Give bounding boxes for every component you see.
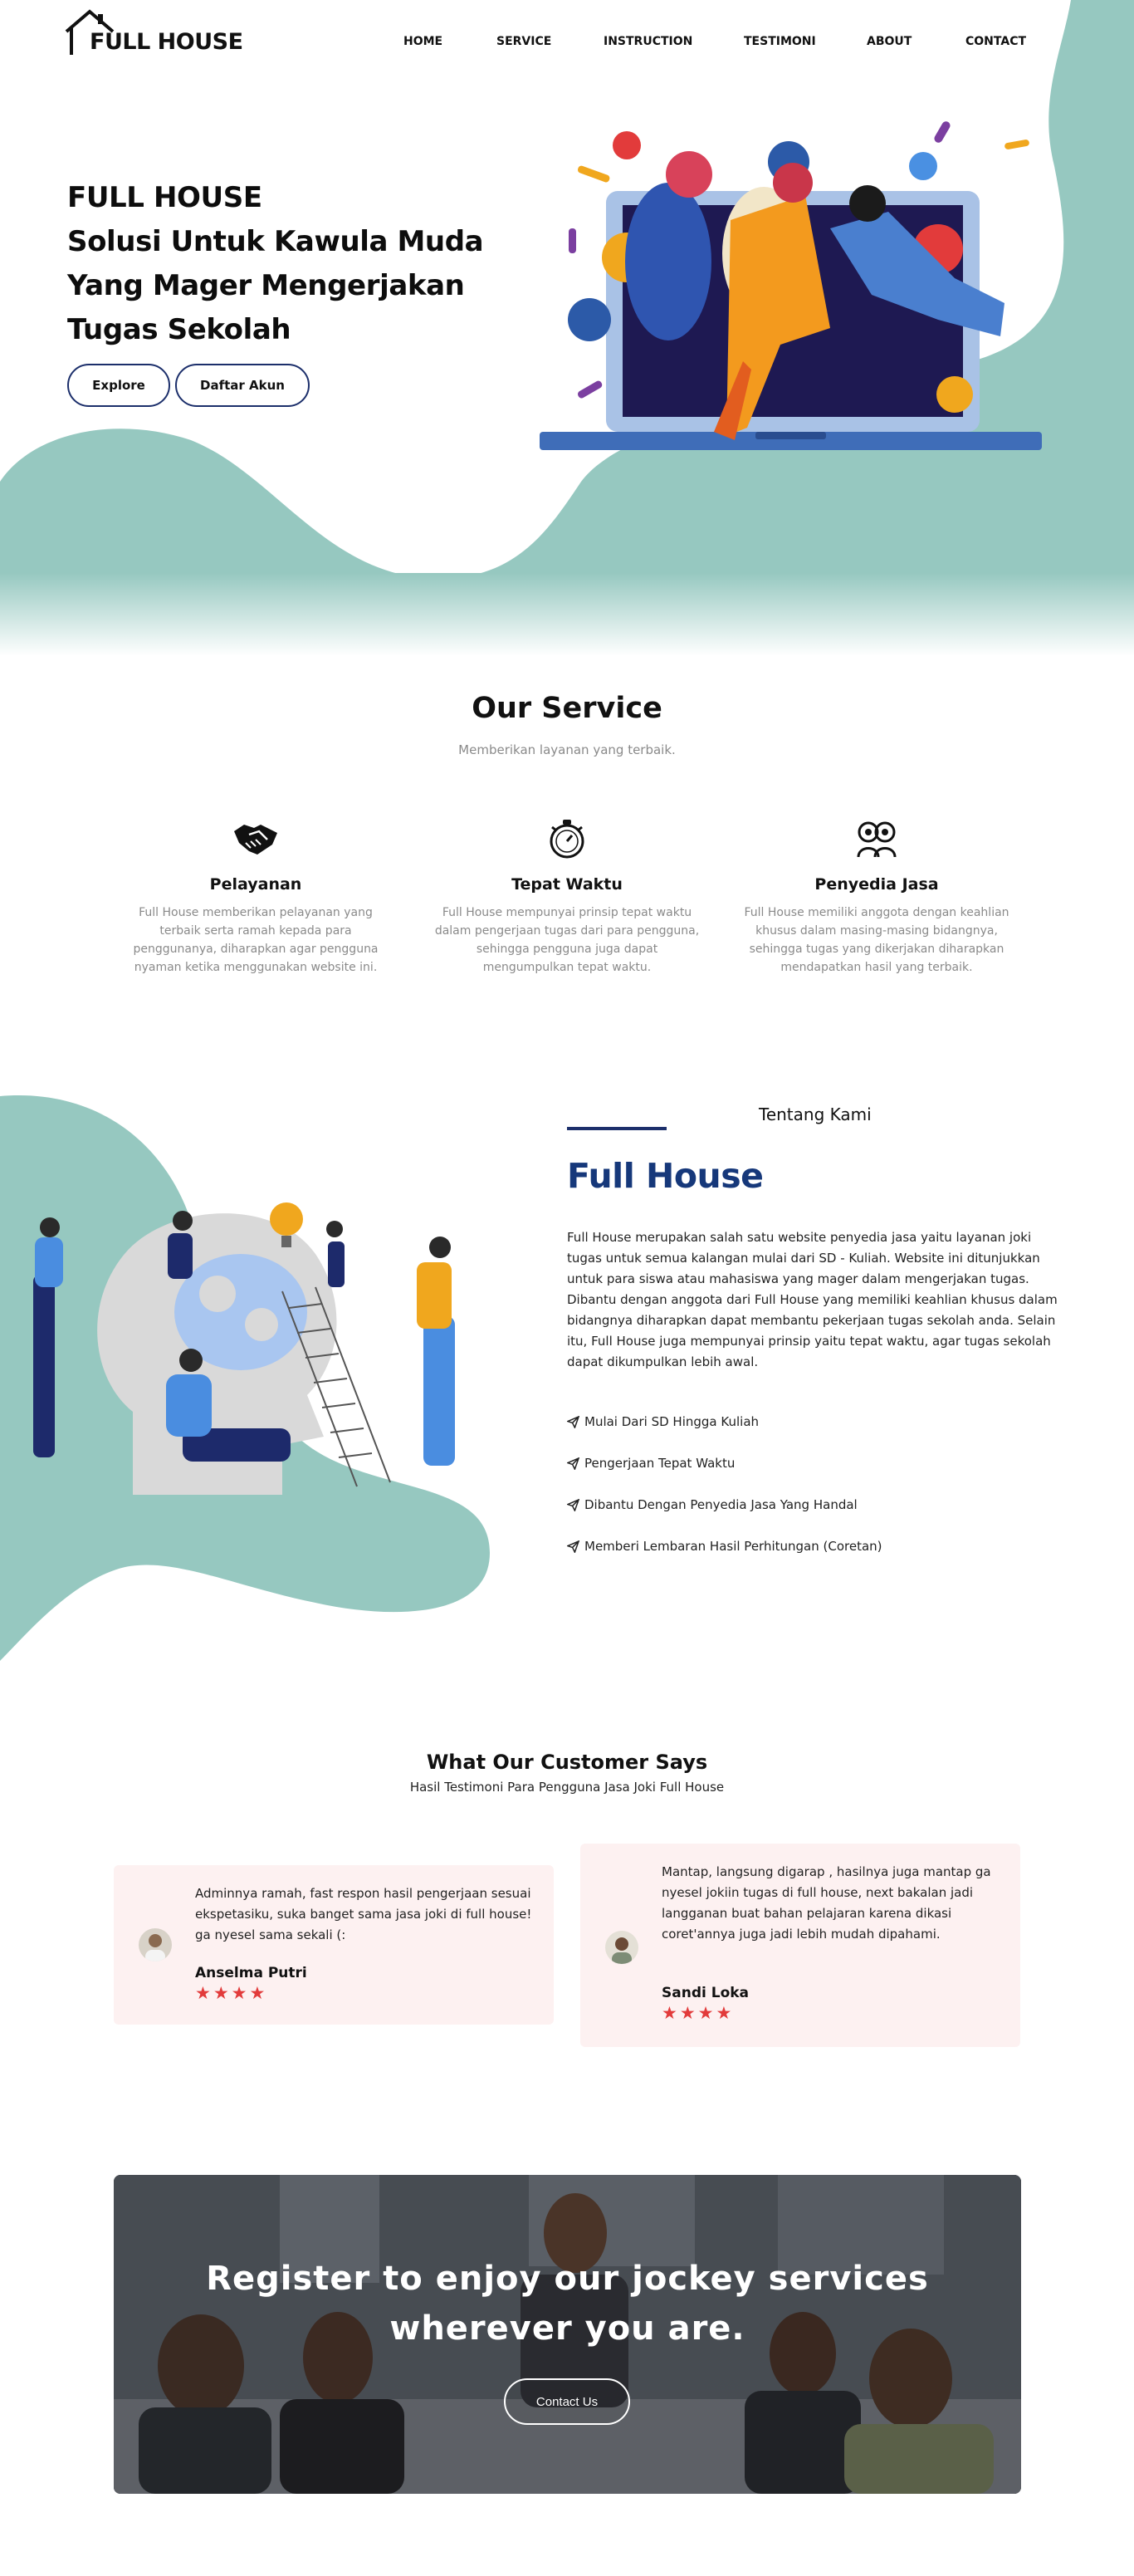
hero-line-2: Solusi Untuk Kawula Muda <box>67 225 484 258</box>
brand-logo[interactable]: FULL HOUSE <box>63 7 243 56</box>
testimonial-name: Anselma Putri <box>195 1965 307 1981</box>
hero-line-3: Yang Mager Mengerjakan <box>67 269 465 302</box>
explore-button[interactable]: Explore <box>67 364 170 407</box>
service-card-desc: Full House memberikan pelayanan yang ter… <box>133 906 379 974</box>
about-point-text: Mulai Dari SD Hingga Kuliah <box>584 1414 760 1429</box>
testimonial-text: Mantap, langsung digarap , hasilnya juga… <box>662 1864 991 1942</box>
nav-contact[interactable]: CONTACT <box>965 35 1026 48</box>
avatar <box>139 1928 172 1961</box>
about-point: Mulai Dari SD Hingga Kuliah <box>567 1414 759 1429</box>
about-body: Full House merupakan salah satu website … <box>567 1230 1058 1369</box>
contact-us-button[interactable]: Contact Us <box>504 2378 630 2425</box>
hero-headline: FULL HOUSE Solusi Untuk Kawula Muda Yang… <box>67 176 484 352</box>
about-kicker: Tentang Kami <box>759 1104 872 1124</box>
hero-line-1: FULL HOUSE <box>67 181 262 214</box>
about-divider <box>567 1127 667 1130</box>
brand-name: FULL HOUSE <box>90 29 243 55</box>
about-point: Pengerjaan Tepat Waktu <box>567 1456 735 1471</box>
avatar <box>605 1931 638 1964</box>
cta-line-2: wherever you are. <box>389 2309 745 2348</box>
about-point-text: Pengerjaan Tepat Waktu <box>584 1456 736 1471</box>
service-card-pelayanan: Pelayanan Full House memberikan pelayana… <box>119 814 393 977</box>
about-point: Dibantu Dengan Penyedia Jasa Yang Handal <box>567 1497 858 1512</box>
service-card-tepat-waktu: Tepat Waktu Full House mempunyai prinsip… <box>430 814 704 977</box>
cta-line-1: Register to enjoy our jockey services <box>206 2260 929 2298</box>
service-subtitle: Memberikan layanan yang terbaik. <box>458 742 676 757</box>
testimonial-card: Mantap, langsung digarap , hasilnya juga… <box>580 1844 1020 2047</box>
paper-plane-icon <box>567 1415 579 1428</box>
about-illustration <box>33 1202 455 1495</box>
register-account-button[interactable]: Daftar Akun <box>175 364 310 407</box>
hero-line-4: Tugas Sekolah <box>67 313 291 346</box>
about-point-text: Memberi Lembaran Hasil Perhitungan (Core… <box>584 1539 882 1554</box>
service-title: Our Service <box>472 692 662 725</box>
about-point-text: Dibantu Dengan Penyedia Jasa Yang Handal <box>584 1497 858 1512</box>
star-rating: ★★★★ <box>195 1983 268 2003</box>
stopwatch-icon <box>550 820 584 859</box>
service-card-desc: Full House mempunyai prinsip tepat waktu… <box>434 906 700 974</box>
nav-home[interactable]: HOME <box>403 35 442 48</box>
about-title: Full House <box>567 1156 764 1196</box>
service-card-penyedia-jasa: Penyedia Jasa Full House memiliki anggot… <box>740 814 1014 977</box>
testimoni-title: What Our Customer Says <box>426 1751 708 1774</box>
paper-plane-icon <box>567 1457 579 1470</box>
testimonial-card: Adminnya ramah, fast respon hasil penger… <box>114 1865 554 2025</box>
cta-banner: Register to enjoy our jockey services wh… <box>114 2175 1021 2494</box>
cta-headline: Register to enjoy our jockey services wh… <box>114 2254 1021 2353</box>
nav-testimoni[interactable]: TESTIMONI <box>744 35 816 48</box>
nav-about[interactable]: ABOUT <box>867 35 912 48</box>
service-card-desc: Full House memiliki anggota dengan keahl… <box>744 906 1009 974</box>
nav-service[interactable]: SERVICE <box>496 35 551 48</box>
testimonial-text: Adminnya ramah, fast respon hasil penger… <box>195 1886 532 1942</box>
paper-plane-icon <box>567 1540 579 1553</box>
star-rating: ★★★★ <box>662 2003 735 2023</box>
testimoni-subtitle: Hasil Testimoni Para Pengguna Jasa Joki … <box>409 1780 725 1795</box>
testimonial-name: Sandi Loka <box>662 1985 750 2001</box>
nav-instruction[interactable]: INSTRUCTION <box>604 35 692 48</box>
about-point: Memberi Lembaran Hasil Perhitungan (Core… <box>567 1539 882 1554</box>
service-card-title: Tepat Waktu <box>511 875 623 894</box>
people-icon <box>857 821 897 858</box>
service-card-title: Pelayanan <box>209 875 302 894</box>
hero-illustration <box>540 121 1042 450</box>
service-card-title: Penyedia Jasa <box>814 875 939 894</box>
paper-plane-icon <box>567 1498 579 1511</box>
handshake-icon <box>234 825 277 855</box>
